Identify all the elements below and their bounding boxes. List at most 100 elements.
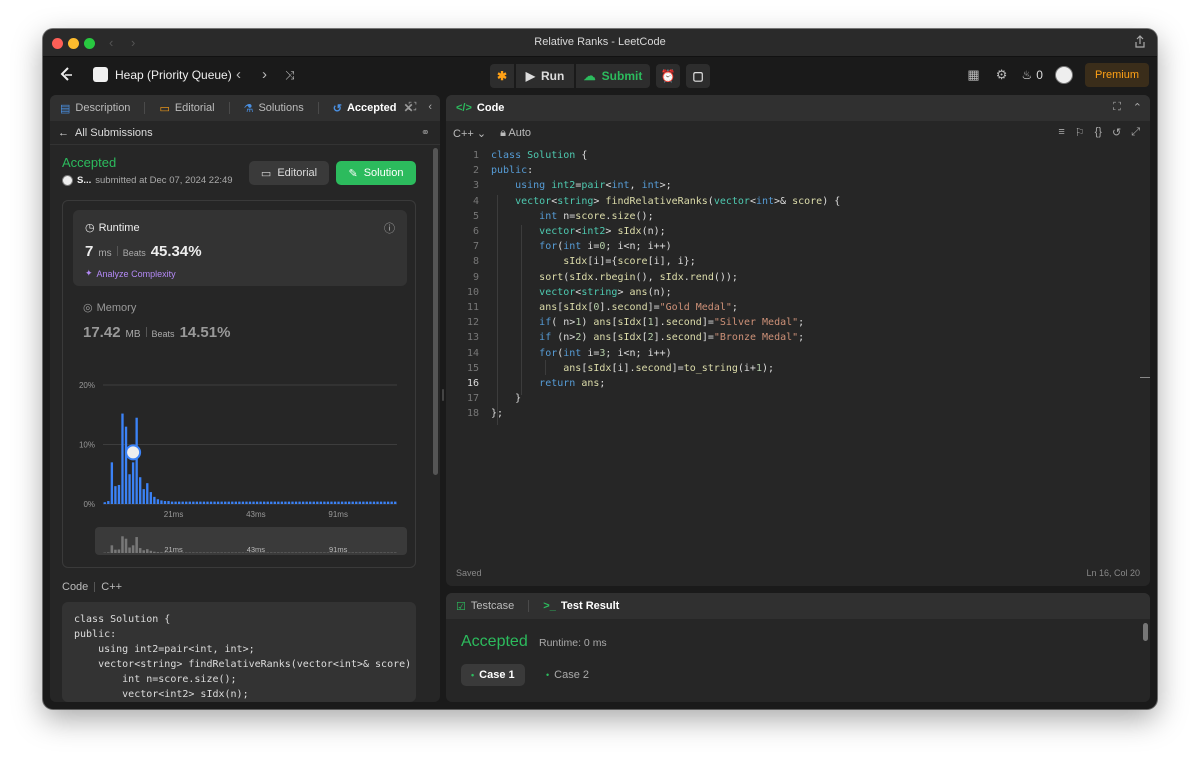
format-icon[interactable]: ≡ xyxy=(1058,126,1064,139)
maximize-panel-icon[interactable]: ⛶ xyxy=(409,101,417,114)
overview-tick-label: 91ms xyxy=(329,545,348,554)
braces-icon[interactable]: {} xyxy=(1095,126,1102,139)
submitter-name[interactable]: S... xyxy=(77,175,91,186)
line-number: 7 xyxy=(472,241,479,253)
code-line[interactable]: 12 if( n>1) ans[sIdx[1].second]="Silver … xyxy=(446,317,1150,332)
share-icon[interactable] xyxy=(1133,35,1147,49)
tab-testcase[interactable]: ☑ Testcase xyxy=(456,600,514,613)
flask-icon: ⚗ xyxy=(243,102,254,115)
settings-gear-icon[interactable]: ⚙ xyxy=(994,67,1010,83)
collapse-editor-icon[interactable]: ⌃ xyxy=(1133,101,1142,114)
debug-button[interactable]: ✱ xyxy=(490,64,514,88)
chart-bar xyxy=(337,501,340,504)
code-line[interactable]: 14 for(int i=3; i<n; i++) xyxy=(446,348,1150,363)
code-line[interactable]: 10 vector<string> ans(n); xyxy=(446,287,1150,302)
analyze-complexity-link[interactable]: ✦ Analyze Complexity xyxy=(85,268,176,279)
case-2-tab[interactable]: • Case 2 xyxy=(536,664,599,686)
collapse-panel-icon[interactable]: ‹ xyxy=(428,101,432,114)
case-1-tab[interactable]: • Case 1 xyxy=(461,664,525,686)
tab-accepted[interactable]: ↺ Accepted ✕ xyxy=(333,101,414,115)
runtime-distribution-chart[interactable]: 20% 10% 0% 21ms 43ms 91ms 21ms 43ms 91ms xyxy=(63,373,417,563)
fullscreen-icon[interactable]: ⤢ xyxy=(1131,126,1140,139)
user-tools: ▦ ⚙ ♨ 0 Premium xyxy=(966,63,1149,87)
chart-bar xyxy=(355,501,358,504)
line-content: ans[sIdx[0].second]="Gold Medal"; xyxy=(539,302,738,313)
memory-card[interactable]: ◎ Memory 17.42 MB Beats 14.51% xyxy=(83,301,230,342)
test-scrollbar[interactable] xyxy=(1143,623,1148,641)
chart-bar xyxy=(323,501,326,504)
code-line[interactable]: 15 ans[sIdx[i].second]=to_string(i+1); xyxy=(446,363,1150,378)
code-line[interactable]: 5 int n=score.size(); xyxy=(446,211,1150,226)
run-button[interactable]: ▶ Run xyxy=(516,64,574,88)
chart-bar xyxy=(103,502,106,504)
code-line[interactable]: 8 sIdx[i]={score[i], i}; xyxy=(446,256,1150,271)
language-select[interactable]: C++ ⌄ xyxy=(453,127,486,140)
chart-bar xyxy=(202,501,206,504)
code-editor[interactable]: 1 class Solution {2 public: 3 using int2=pa… xyxy=(446,150,1150,570)
chart-bar xyxy=(348,501,351,504)
back-to-submissions[interactable]: ← All Submissions ⚭ xyxy=(50,121,440,145)
code-line[interactable]: 17 } xyxy=(446,393,1150,408)
code-line[interactable]: 4 vector<string> findRelativeRanks(vecto… xyxy=(446,196,1150,211)
code-line[interactable]: 9 sort(sIdx.rbegin(), sIdx.rend()); xyxy=(446,272,1150,287)
chart-bar xyxy=(277,501,280,504)
left-scrollbar[interactable] xyxy=(433,148,438,475)
chart-bar xyxy=(294,501,298,504)
panel-resize-handle[interactable] xyxy=(442,389,444,401)
mode-toggle[interactable]: 🔒︎ Auto xyxy=(500,127,531,140)
tab-code[interactable]: </> Code xyxy=(456,102,504,114)
next-problem-icon[interactable]: › xyxy=(262,66,267,83)
code-line[interactable]: 1 class Solution { xyxy=(446,150,1150,165)
link-icon[interactable]: ⚭ xyxy=(421,126,430,139)
timer-button[interactable]: ⏰ xyxy=(656,64,680,88)
tab-editorial[interactable]: ▭ Editorial xyxy=(159,102,214,115)
info-icon[interactable]: ⓘ xyxy=(384,220,395,236)
tab-test-result[interactable]: >_ Test Result xyxy=(543,600,619,612)
streak-counter[interactable]: ♨ 0 xyxy=(1022,68,1043,82)
chart-bar xyxy=(174,501,177,504)
code-line[interactable]: 7 for(int i=0; i<n; i++) xyxy=(446,241,1150,256)
memory-unit: MB xyxy=(125,329,141,340)
chart-bar xyxy=(213,501,216,504)
chart-bar xyxy=(195,501,199,504)
code-line[interactable]: 13 if (n>2) ans[sIdx[2].second]="Bronze … xyxy=(446,332,1150,347)
chart-bar xyxy=(128,474,131,504)
window-title: Relative Ranks - LeetCode xyxy=(534,36,666,48)
premium-button[interactable]: Premium xyxy=(1084,63,1149,87)
bookmark-icon[interactable]: ⚐ xyxy=(1075,126,1085,139)
runtime-card[interactable]: ◷ Runtime ⓘ 7 ms Beats 45.34% ✦ Analyze Co… xyxy=(73,210,407,286)
line-number: 8 xyxy=(472,256,479,268)
chart-bar xyxy=(245,501,248,504)
overview-bar xyxy=(153,551,156,553)
code-line[interactable]: 2 public: xyxy=(446,165,1150,180)
prev-problem-icon[interactable]: ‹ xyxy=(236,66,241,83)
layout-icon[interactable]: ▦ xyxy=(966,67,982,83)
solution-button[interactable]: ✎ Solution xyxy=(336,161,416,185)
shuffle-icon[interactable]: ⤨ xyxy=(285,68,295,83)
line-number: 9 xyxy=(472,271,479,283)
line-number: 2 xyxy=(472,165,479,177)
indent-guide xyxy=(497,195,498,425)
problem-list-selector[interactable]: Heap (Priority Queue) xyxy=(93,67,232,82)
test-status: Accepted xyxy=(461,633,528,650)
test-tabbar: ☑ Testcase >_ Test Result xyxy=(446,593,1150,619)
code-line[interactable]: 11 ans[sIdx[0].second]="Gold Medal"; xyxy=(446,302,1150,317)
x-tick-label: 21ms xyxy=(164,510,184,519)
chart-bar xyxy=(206,501,209,504)
notes-button[interactable]: ▢ xyxy=(686,64,710,88)
tab-description[interactable]: ▤ Description xyxy=(60,102,130,115)
user-avatar[interactable] xyxy=(1054,66,1073,84)
title-bar: ‹ › Relative Ranks - LeetCode xyxy=(43,29,1157,57)
note-icon: ▢ xyxy=(692,69,704,83)
submit-button[interactable]: ☁ Submit xyxy=(576,64,650,88)
tab-solutions[interactable]: ⚗ Solutions xyxy=(244,102,304,115)
code-line[interactable]: 18}; xyxy=(446,408,1150,423)
code-line[interactable]: 3 using int2=pair<int, int>; xyxy=(446,180,1150,195)
code-line[interactable]: 16 return ans; xyxy=(446,378,1150,393)
editorial-button[interactable]: ▭ Editorial xyxy=(249,161,329,185)
maximize-editor-icon[interactable]: ⛶ xyxy=(1113,101,1121,114)
code-line[interactable]: 6 vector<int2> sIdx(n); xyxy=(446,226,1150,241)
reset-icon[interactable]: ↺ xyxy=(1112,126,1121,139)
leetcode-logo-icon[interactable] xyxy=(57,66,75,84)
line-content: vector<string> ans(n); xyxy=(539,286,672,298)
